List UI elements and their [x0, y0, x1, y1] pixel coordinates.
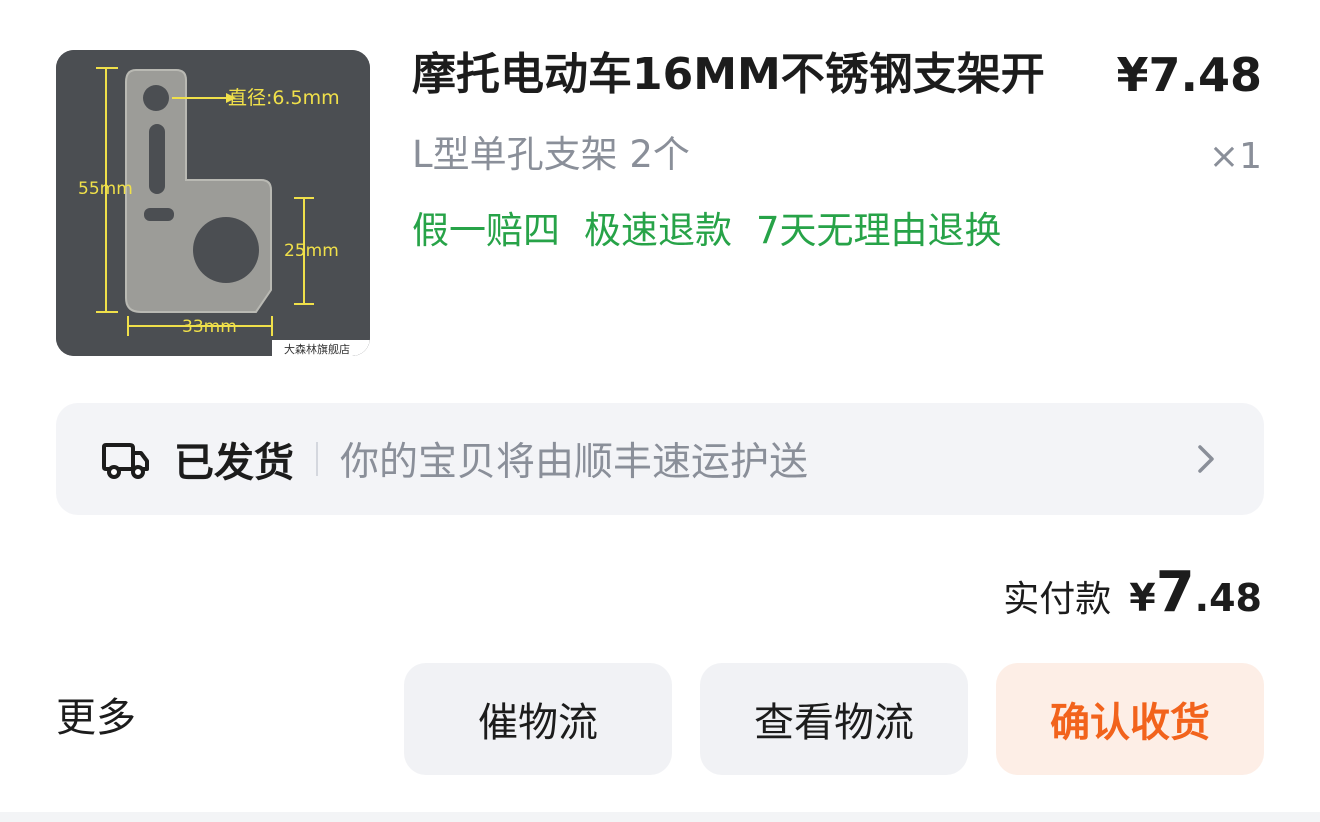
actual-payment: 实付款 ¥ 7 .48 [1003, 560, 1262, 625]
chevron-right-icon [1198, 445, 1214, 473]
actual-payment-currency: ¥ [1129, 576, 1156, 620]
height-label: 55mm [78, 179, 133, 199]
actual-payment-label: 实付款 [1003, 579, 1112, 620]
actual-payment-decimal: .48 [1194, 576, 1262, 620]
tag-fast-refund: 极速退款 [584, 209, 732, 252]
shipping-description: 你的宝贝将由顺丰速运护送 [340, 440, 809, 485]
diameter-label: 直径:6.5mm [228, 87, 340, 109]
shipping-divider [316, 442, 318, 476]
tag-counterfeit-compensation: 假一赔四 [412, 209, 560, 252]
product-quantity: ×1 [1208, 136, 1262, 177]
product-title[interactable]: 摩托电动车16MM不锈钢支架开 [412, 46, 1102, 104]
watermark-label: 大森林旗舰店 [284, 342, 350, 356]
shipping-status-bar[interactable]: 已发货 你的宝贝将由顺丰速运护送 [56, 403, 1264, 515]
shipping-status: 已发货 [174, 440, 294, 486]
more-button[interactable]: 更多 [56, 690, 136, 746]
actual-payment-integer: 7 [1155, 560, 1195, 625]
bracket-illustration: 直径:6.5mm 55mm 25mm 33mm 大森林旗舰店 [56, 50, 370, 356]
service-tags: 假一赔四 极速退款 7天无理由退换 [412, 205, 1002, 257]
bottom-divider [0, 812, 1320, 822]
product-image[interactable]: 直径:6.5mm 55mm 25mm 33mm 大森林旗舰店 [56, 50, 370, 356]
product-price: ¥7.48 [1116, 48, 1262, 102]
product-spec: L型单孔支架 2个 [412, 133, 690, 176]
width-label: 33mm [182, 317, 237, 337]
urge-logistics-button[interactable]: 催物流 [404, 663, 672, 775]
confirm-receipt-button[interactable]: 确认收货 [996, 663, 1264, 775]
tag-seven-day-return: 7天无理由退换 [756, 209, 1002, 252]
view-logistics-button[interactable]: 查看物流 [700, 663, 968, 775]
truck-icon [102, 443, 149, 479]
hole-label: 25mm [284, 241, 339, 261]
order-card: 直径:6.5mm 55mm 25mm 33mm 大森林旗舰店 摩托电动车16MM… [0, 0, 1320, 822]
